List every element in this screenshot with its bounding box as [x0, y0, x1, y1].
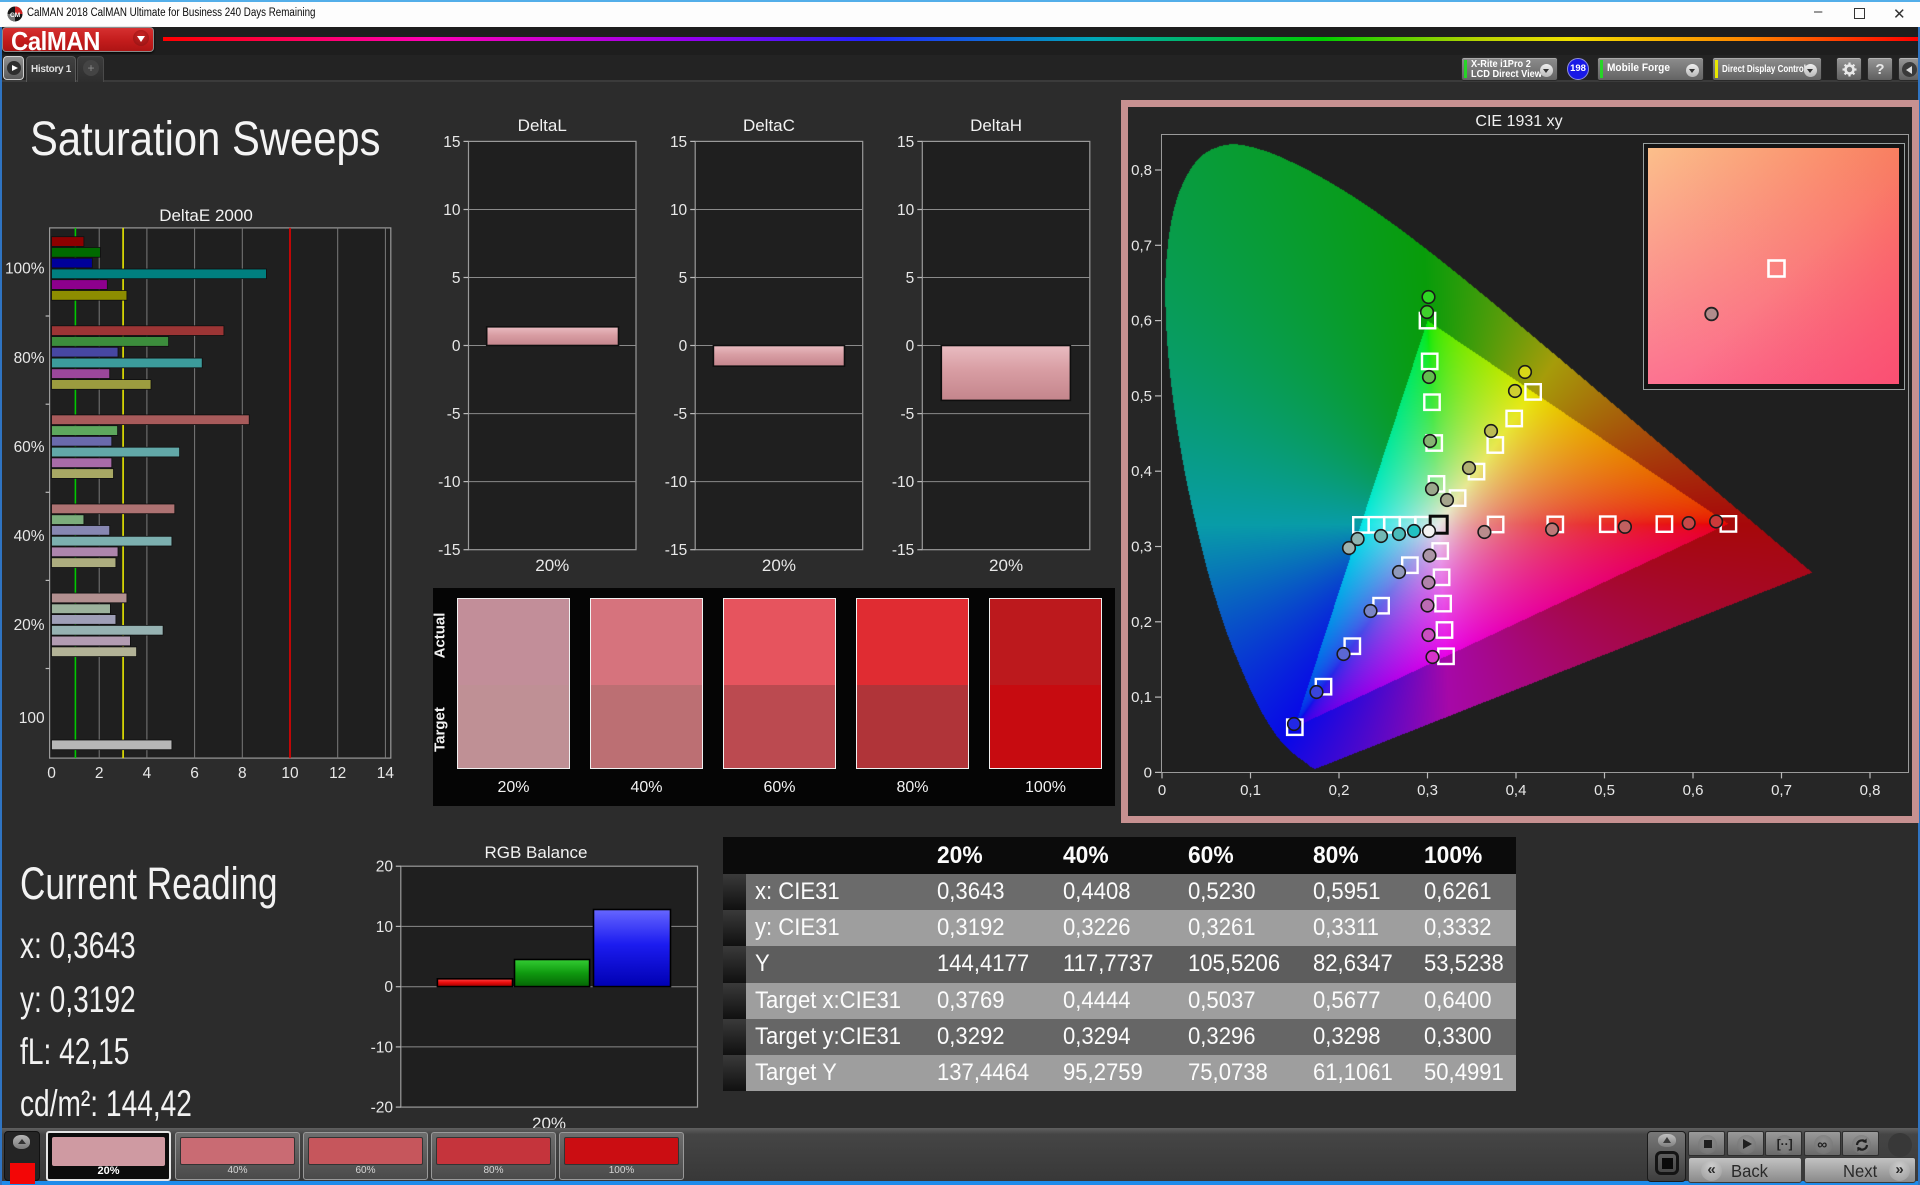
svg-text:80%: 80%: [14, 350, 45, 367]
svg-text:-15: -15: [892, 542, 914, 559]
svg-text:-15: -15: [665, 542, 687, 559]
svg-text:0: 0: [679, 338, 688, 355]
svg-text:0,8: 0,8: [1860, 782, 1881, 799]
svg-text:15: 15: [670, 134, 687, 151]
svg-text:20%: 20%: [762, 556, 796, 575]
svg-text:DeltaL: DeltaL: [518, 116, 567, 135]
svg-text:0: 0: [906, 338, 915, 355]
svg-text:DeltaE 2000: DeltaE 2000: [159, 206, 253, 225]
svg-text:10: 10: [897, 202, 915, 219]
svg-text:CM: CM: [10, 12, 20, 19]
svg-text:-15: -15: [438, 542, 460, 559]
svg-text:15: 15: [443, 134, 460, 151]
svg-text:20: 20: [376, 859, 394, 876]
svg-text:-10: -10: [665, 474, 688, 491]
svg-text:0: 0: [452, 338, 461, 355]
svg-text:10: 10: [443, 202, 461, 219]
svg-text:10: 10: [281, 765, 299, 782]
svg-text:0: 0: [47, 765, 56, 782]
svg-text:0,4: 0,4: [1506, 782, 1527, 799]
svg-text:100%: 100%: [5, 261, 45, 278]
svg-text:0,5: 0,5: [1131, 388, 1152, 405]
svg-text:-5: -5: [901, 406, 915, 423]
svg-text:20%: 20%: [535, 556, 569, 575]
svg-text:-5: -5: [447, 406, 461, 423]
svg-text:0,2: 0,2: [1329, 782, 1350, 799]
svg-text:0,8: 0,8: [1131, 162, 1152, 179]
svg-text:-10: -10: [892, 474, 915, 491]
svg-text:0,3: 0,3: [1131, 539, 1152, 556]
svg-text:-5: -5: [673, 406, 687, 423]
svg-text:20%: 20%: [14, 617, 45, 634]
svg-text:5: 5: [906, 270, 915, 287]
svg-text:0,6: 0,6: [1683, 782, 1704, 799]
svg-text:-10: -10: [371, 1039, 394, 1056]
svg-text:-20: -20: [371, 1100, 394, 1117]
svg-text:0,5: 0,5: [1594, 782, 1615, 799]
svg-text:0: 0: [1144, 764, 1152, 781]
svg-text:10: 10: [376, 919, 394, 936]
svg-text:14: 14: [377, 765, 395, 782]
svg-text:0,1: 0,1: [1131, 689, 1152, 706]
svg-text:60%: 60%: [14, 439, 45, 456]
svg-text:0: 0: [384, 979, 393, 996]
svg-text:DeltaH: DeltaH: [970, 116, 1022, 135]
svg-text:10: 10: [670, 202, 688, 219]
svg-text:0,7: 0,7: [1771, 782, 1792, 799]
svg-text:5: 5: [452, 270, 461, 287]
svg-text:4: 4: [143, 765, 152, 782]
svg-text:2: 2: [95, 765, 104, 782]
svg-text:0,4: 0,4: [1131, 463, 1152, 480]
svg-text:RGB Balance: RGB Balance: [485, 843, 588, 862]
svg-text:20%: 20%: [989, 556, 1023, 575]
svg-text:0,2: 0,2: [1131, 614, 1152, 631]
svg-text:0,1: 0,1: [1240, 782, 1261, 799]
svg-text:8: 8: [238, 765, 247, 782]
svg-text:12: 12: [329, 765, 346, 782]
svg-text:0,3: 0,3: [1417, 782, 1438, 799]
svg-text:0: 0: [1158, 782, 1166, 799]
svg-text:5: 5: [679, 270, 688, 287]
svg-text:DeltaC: DeltaC: [743, 116, 795, 135]
svg-text:0,7: 0,7: [1131, 237, 1152, 254]
svg-text:100: 100: [19, 710, 45, 727]
svg-text:6: 6: [190, 765, 199, 782]
svg-text:15: 15: [897, 134, 914, 151]
svg-text:-10: -10: [438, 474, 461, 491]
svg-text:40%: 40%: [14, 528, 45, 545]
svg-text:0,6: 0,6: [1131, 313, 1152, 330]
